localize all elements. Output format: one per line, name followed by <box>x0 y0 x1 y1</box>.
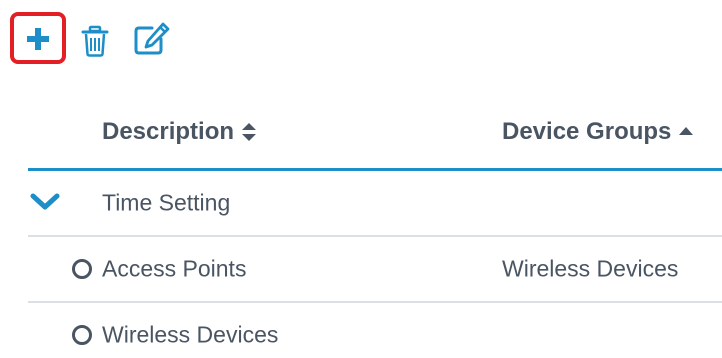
sort-both-icon <box>242 123 257 141</box>
table-row[interactable]: Wireless Devices <box>28 303 722 358</box>
column-header-description[interactable]: Description <box>102 118 257 146</box>
row-radio[interactable] <box>72 259 92 279</box>
table-row[interactable]: Access Points Wireless Devices <box>28 237 722 303</box>
plus-icon <box>27 28 49 50</box>
group-row[interactable]: Time Setting <box>28 171 722 237</box>
sort-ascending-icon <box>679 127 694 137</box>
row-device-groups: Wireless Devices <box>502 255 679 282</box>
delete-button[interactable] <box>80 25 110 57</box>
edit-button[interactable] <box>132 22 170 56</box>
page: Description Device Groups Time Setting A… <box>0 0 722 358</box>
device-groups-table: Description Device Groups Time Setting A… <box>28 100 722 358</box>
group-label: Time Setting <box>102 189 231 216</box>
row-description: Access Points <box>102 255 247 282</box>
chevron-down-icon[interactable] <box>30 191 60 215</box>
edit-icon <box>134 22 170 55</box>
row-radio[interactable] <box>72 325 92 345</box>
column-header-device-groups[interactable]: Device Groups <box>502 118 694 146</box>
row-description: Wireless Devices <box>102 321 279 348</box>
toolbar <box>10 12 180 68</box>
column-header-label: Device Groups <box>502 118 672 145</box>
table-header: Description Device Groups <box>28 100 722 171</box>
column-header-label: Description <box>102 118 235 145</box>
trash-icon <box>81 25 109 57</box>
add-button[interactable] <box>10 12 66 64</box>
